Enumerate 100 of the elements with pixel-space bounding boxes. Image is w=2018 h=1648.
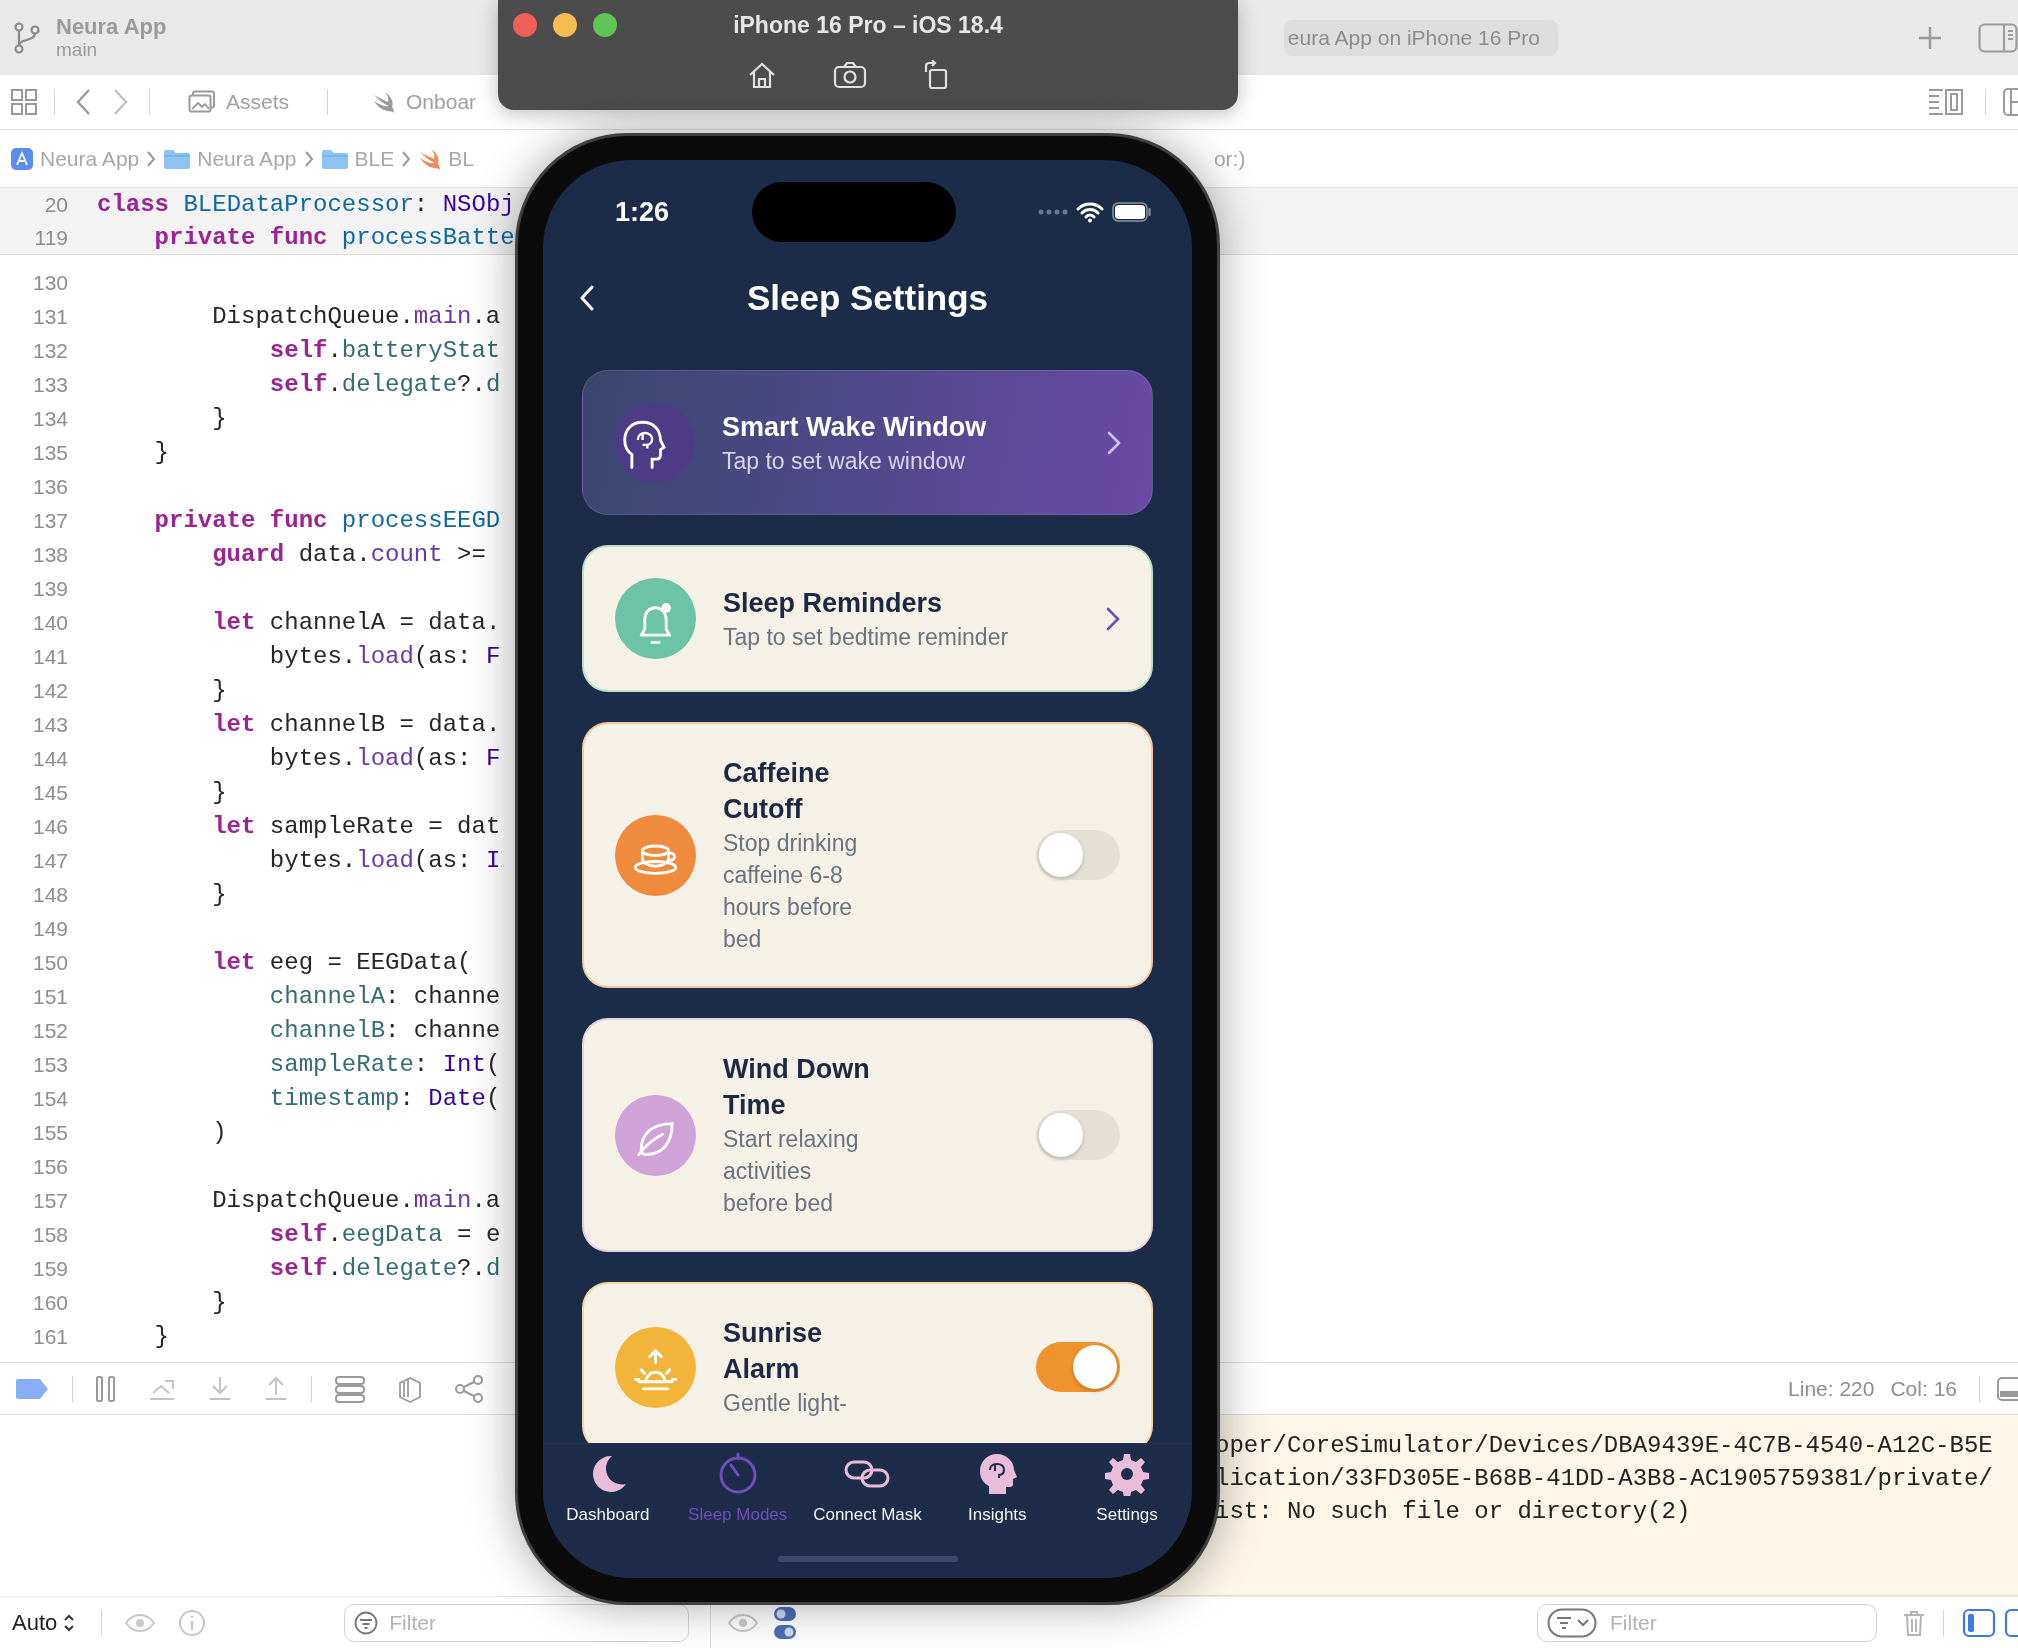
console-panel-icon[interactable] xyxy=(1996,1375,2018,1402)
code-line: sampleRate: Int( xyxy=(268,1050,501,1080)
setting-link[interactable]: Sleep Reminders Tap to set bedtime reminder xyxy=(582,545,1153,692)
setting-title: Smart Wake Window xyxy=(722,410,987,444)
code-line: } xyxy=(153,438,169,468)
line-number: 159 xyxy=(31,1256,68,1283)
sidebar-icon[interactable] xyxy=(1978,22,2018,53)
breadcrumb-item[interactable]: Neura App xyxy=(10,142,140,175)
code-line: bytes.load(as: F xyxy=(268,642,501,672)
line-number: 156 xyxy=(31,1154,68,1181)
chevron-icon xyxy=(1106,606,1120,631)
trash-icon[interactable] xyxy=(1903,1608,1925,1637)
minimize-button[interactable] xyxy=(553,13,577,37)
setting-title: Sunrise Alarm xyxy=(723,1317,824,1386)
graph-icon[interactable] xyxy=(454,1374,484,1403)
toggle-switch[interactable] xyxy=(1036,1342,1120,1392)
breadcrumb-item[interactable]: BLE xyxy=(320,142,395,175)
tab-bar-item[interactable]: Dashboard xyxy=(543,1444,673,1528)
breadcrumb-item[interactable]: BL xyxy=(418,142,474,175)
info-icon[interactable] xyxy=(178,1608,207,1637)
toggle-switch[interactable] xyxy=(1036,1110,1120,1160)
code-line: private func processBatte xyxy=(153,222,515,253)
code-line: let eeg = EEGData( xyxy=(211,948,472,978)
line-number: 161 xyxy=(31,1324,68,1351)
filter-field[interactable]: Filter xyxy=(1537,1603,1877,1642)
scope-menu[interactable]: Auto xyxy=(8,1606,80,1639)
line-number: 154 xyxy=(31,1086,68,1113)
filter-icon[interactable] xyxy=(354,1610,379,1635)
filter-menu-icon[interactable] xyxy=(1547,1607,1597,1638)
line-number: 133 xyxy=(31,372,68,399)
code-line: private func processEEGD xyxy=(153,506,501,536)
line-number: 141 xyxy=(31,644,68,671)
breadcrumb-item[interactable]: Neura App xyxy=(163,142,297,175)
step-out-icon[interactable] xyxy=(263,1374,289,1403)
layers-icon[interactable] xyxy=(396,1374,424,1403)
screenshot-icon[interactable] xyxy=(833,61,867,89)
console-line: lication/33FD305E-B68B-41DD-A3B8-AC1905759381/private/ xyxy=(1215,1464,1994,1494)
tab-bar-item[interactable]: Connect Mask xyxy=(802,1444,933,1528)
rotate-icon[interactable] xyxy=(923,60,949,90)
folder-icon xyxy=(163,147,192,170)
code-line: } xyxy=(211,778,227,808)
setting-description: Stop drinking caffeine 6-8 hours before bed xyxy=(723,829,859,954)
code-line: } xyxy=(211,880,227,910)
code-line: timestamp: Date( xyxy=(268,1084,501,1114)
zoom-button[interactable] xyxy=(593,13,617,37)
stack-icon[interactable] xyxy=(334,1374,366,1403)
right-panel-icon[interactable] xyxy=(2004,1607,2018,1638)
editor-options-icon[interactable] xyxy=(1927,87,1965,117)
editor-tab[interactable]: Onboar xyxy=(358,75,491,129)
line-number: 143 xyxy=(31,712,68,739)
code-line: self.delegate?.d xyxy=(268,370,501,400)
line-number: 151 xyxy=(31,984,68,1011)
chevron-icon xyxy=(303,149,314,168)
code-line: let sampleRate = dat xyxy=(211,812,501,842)
code-line: self.batteryStat xyxy=(268,336,501,366)
code-line: guard data.count >= xyxy=(211,540,486,570)
line-number: 136 xyxy=(31,474,68,501)
code-line: bytes.load(as: I xyxy=(268,846,501,876)
code-line: } xyxy=(153,1322,169,1352)
code-line: DispatchQueue.main.a xyxy=(211,1186,501,1216)
screen-title: Sleep Settings xyxy=(745,276,990,319)
breadcrumb-text: or:) xyxy=(1213,145,1246,172)
setting-description: Tap to set bedtime reminder xyxy=(723,622,1009,652)
line-number: 20 xyxy=(43,191,68,218)
run-destination[interactable]: eura App on iPhone 16 Pro xyxy=(1283,19,1558,56)
split-editor-icon[interactable] xyxy=(2002,87,2018,117)
code-line: let channelB = data. xyxy=(211,710,501,740)
chevron-icon xyxy=(1107,430,1121,455)
code-line: DispatchQueue.main.a xyxy=(211,302,501,332)
pause-icon[interactable] xyxy=(95,1374,117,1403)
line-number: 155 xyxy=(31,1120,68,1147)
brain-head-icon xyxy=(977,1452,1018,1496)
eye-icon[interactable] xyxy=(727,1612,759,1633)
toggle-switch[interactable] xyxy=(1036,830,1120,880)
line-number: 135 xyxy=(31,440,68,467)
tab-bar-item[interactable]: Insights xyxy=(932,1444,1063,1528)
line-number: 138 xyxy=(31,542,68,569)
code-line: self.eegData = e xyxy=(268,1220,501,1250)
line-number: 152 xyxy=(31,1018,68,1045)
line-number: 134 xyxy=(31,406,68,433)
cursor-column: Col: 16 xyxy=(1890,1372,1957,1405)
tab-bar-item[interactable]: Settings xyxy=(1062,1444,1192,1528)
left-panel-icon[interactable] xyxy=(1962,1607,1996,1638)
step-into-icon[interactable] xyxy=(207,1374,233,1403)
forward-icon[interactable] xyxy=(113,88,129,116)
grid-icon[interactable] xyxy=(10,88,38,116)
setting-link[interactable]: Smart Wake Window Tap to set wake window xyxy=(582,370,1153,515)
line-number: 146 xyxy=(31,814,68,841)
close-button[interactable] xyxy=(513,13,537,37)
filter-field[interactable]: Filter xyxy=(344,1603,690,1642)
switches-icon[interactable] xyxy=(773,1605,797,1640)
tab-bar-item[interactable]: Sleep Modes xyxy=(672,1444,803,1528)
line-number: 142 xyxy=(31,678,68,705)
eye-icon[interactable] xyxy=(124,1612,157,1633)
chevron-icon xyxy=(401,149,412,168)
home-icon[interactable] xyxy=(747,61,777,89)
editor-tab[interactable]: Assets xyxy=(174,75,304,129)
line-number: 130 xyxy=(31,270,68,297)
code-line: } xyxy=(211,676,227,706)
breakpoints-icon[interactable] xyxy=(14,1377,50,1400)
